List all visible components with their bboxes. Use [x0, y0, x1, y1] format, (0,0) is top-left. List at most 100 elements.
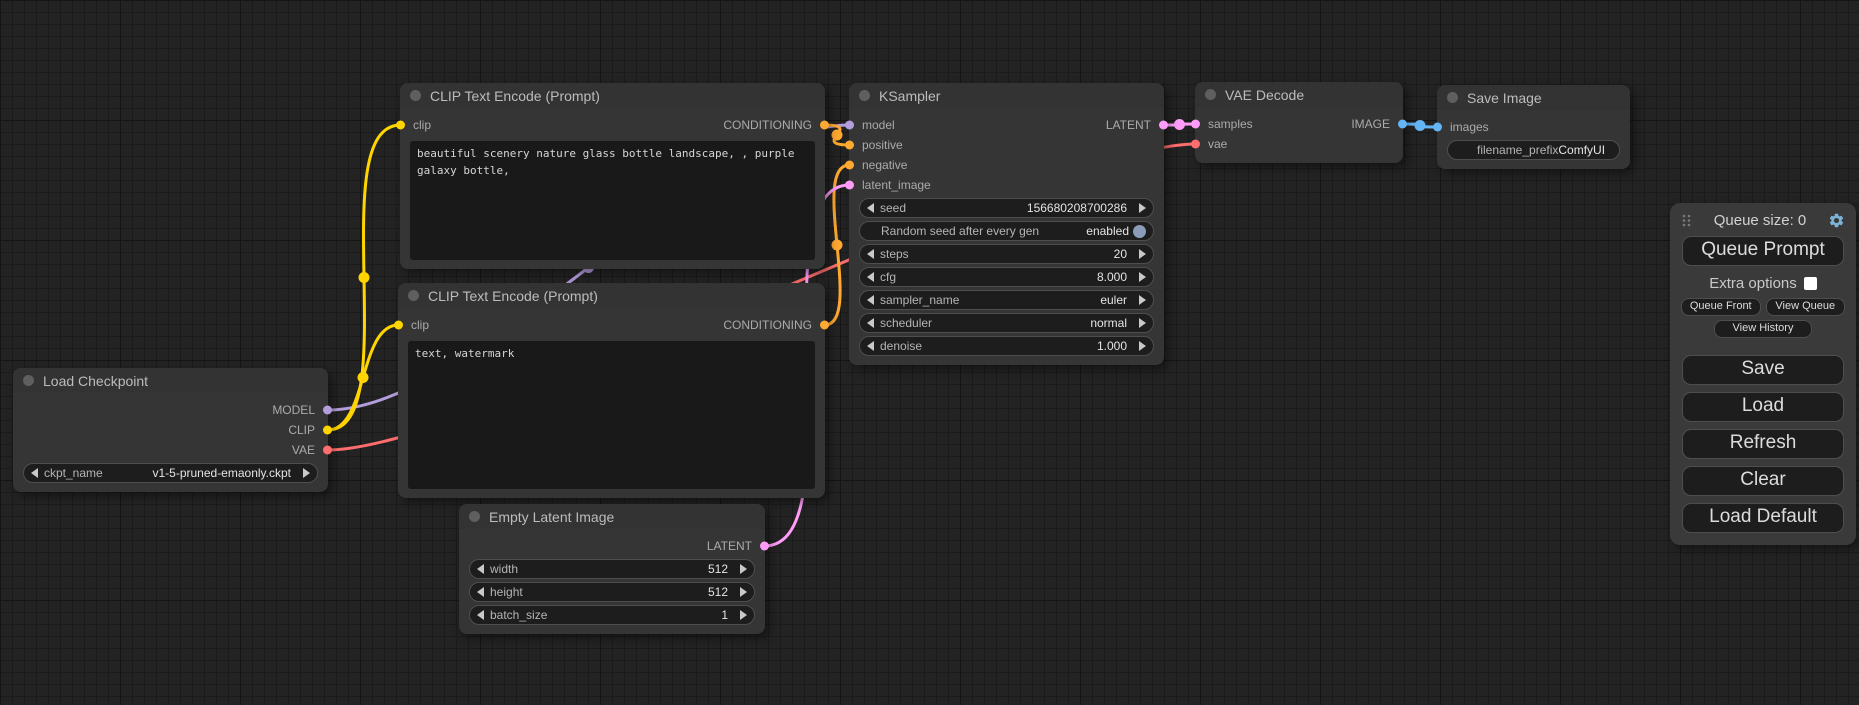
output-label-conditioning: CONDITIONING: [723, 318, 812, 332]
node-empty-latent-image[interactable]: Empty Latent Image LATENT width 512 heig…: [459, 504, 765, 634]
queue-prompt-button[interactable]: Queue Prompt: [1682, 236, 1844, 266]
input-port-negative[interactable]: [845, 161, 854, 170]
refresh-button[interactable]: Refresh: [1682, 429, 1844, 459]
decrement-arrow-icon[interactable]: [867, 295, 874, 305]
increment-arrow-icon[interactable]: [740, 564, 747, 574]
ckpt-name-widget[interactable]: ckpt_name v1-5-pruned-emaonly.ckpt: [23, 463, 318, 483]
random-seed-toggle-widget[interactable]: Random seed after every gen enabled: [859, 221, 1154, 241]
node-clip-text-encode-negative[interactable]: CLIP Text Encode (Prompt) clip CONDITION…: [398, 283, 825, 498]
output-port-conditioning[interactable]: [820, 321, 829, 330]
output-port-latent[interactable]: [760, 542, 769, 551]
collapse-dot-icon[interactable]: [410, 90, 421, 101]
filename-prefix-widget[interactable]: filename_prefix ComfyUI: [1447, 140, 1620, 160]
node-title-bar[interactable]: Load Checkpoint: [13, 368, 328, 393]
node-title: Empty Latent Image: [489, 509, 614, 525]
load-default-button[interactable]: Load Default: [1682, 503, 1844, 533]
node-save-image[interactable]: Save Image images filename_prefix ComfyU…: [1437, 85, 1630, 169]
increment-arrow-icon[interactable]: [303, 468, 310, 478]
increment-arrow-icon[interactable]: [1139, 272, 1146, 282]
decrement-arrow-icon[interactable]: [477, 564, 484, 574]
collapse-dot-icon[interactable]: [1447, 92, 1458, 103]
seed-widget[interactable]: seed 156680208700286: [859, 198, 1154, 218]
width-widget[interactable]: width 512: [469, 559, 755, 579]
input-port-positive[interactable]: [845, 141, 854, 150]
increment-arrow-icon[interactable]: [740, 587, 747, 597]
output-port-image[interactable]: [1398, 120, 1407, 129]
decrement-arrow-icon[interactable]: [477, 610, 484, 620]
queue-front-button[interactable]: Queue Front: [1681, 298, 1761, 316]
output-port-clip[interactable]: [323, 426, 332, 435]
increment-arrow-icon[interactable]: [1139, 249, 1146, 259]
save-button[interactable]: Save: [1682, 355, 1844, 385]
widget-label: height: [490, 585, 523, 599]
collapse-dot-icon[interactable]: [469, 511, 480, 522]
extra-options-checkbox[interactable]: [1804, 277, 1817, 290]
load-button[interactable]: Load: [1682, 392, 1844, 422]
widget-label: ckpt_name: [44, 466, 103, 480]
scheduler-widget[interactable]: scheduler normal: [859, 313, 1154, 333]
widget-label: batch_size: [490, 608, 547, 622]
input-port-samples[interactable]: [1191, 120, 1200, 129]
cfg-widget[interactable]: cfg 8.000: [859, 267, 1154, 287]
decrement-arrow-icon[interactable]: [31, 468, 38, 478]
increment-arrow-icon[interactable]: [1139, 295, 1146, 305]
batch-size-widget[interactable]: batch_size 1: [469, 605, 755, 625]
output-port-model[interactable]: [323, 406, 332, 415]
node-title: KSampler: [879, 88, 940, 104]
widget-label: denoise: [880, 339, 922, 353]
input-label-latent-image: latent_image: [862, 178, 931, 192]
widget-value: 20: [1114, 247, 1127, 261]
widget-label: filename_prefix: [1477, 143, 1558, 157]
sampler-name-widget[interactable]: sampler_name euler: [859, 290, 1154, 310]
input-port-vae[interactable]: [1191, 140, 1200, 149]
node-vae-decode[interactable]: VAE Decode samples IMAGE vae: [1195, 82, 1403, 163]
node-title-bar[interactable]: Empty Latent Image: [459, 504, 765, 529]
output-port-vae[interactable]: [323, 446, 332, 455]
collapse-dot-icon[interactable]: [408, 290, 419, 301]
node-clip-text-encode-positive[interactable]: CLIP Text Encode (Prompt) clip CONDITION…: [400, 83, 825, 269]
decrement-arrow-icon[interactable]: [867, 203, 874, 213]
node-title-bar[interactable]: CLIP Text Encode (Prompt): [398, 283, 825, 308]
decrement-arrow-icon[interactable]: [867, 341, 874, 351]
height-widget[interactable]: height 512: [469, 582, 755, 602]
increment-arrow-icon[interactable]: [740, 610, 747, 620]
increment-arrow-icon[interactable]: [1139, 341, 1146, 351]
node-load-checkpoint[interactable]: Load Checkpoint MODEL CLIP VAE ckpt_name…: [13, 368, 328, 492]
node-title-bar[interactable]: VAE Decode: [1195, 82, 1403, 107]
collapse-dot-icon[interactable]: [1205, 89, 1216, 100]
clear-button[interactable]: Clear: [1682, 466, 1844, 496]
widget-label: seed: [880, 201, 906, 215]
node-title-bar[interactable]: CLIP Text Encode (Prompt): [400, 83, 825, 108]
toggle-knob-icon[interactable]: [1133, 225, 1146, 238]
settings-gear-icon[interactable]: [1828, 212, 1845, 229]
view-queue-button[interactable]: View Queue: [1766, 298, 1846, 316]
input-port-clip[interactable]: [394, 321, 403, 330]
node-title: Save Image: [1467, 90, 1542, 106]
decrement-arrow-icon[interactable]: [867, 249, 874, 259]
collapse-dot-icon[interactable]: [23, 375, 34, 386]
input-port-clip[interactable]: [396, 121, 405, 130]
denoise-widget[interactable]: denoise 1.000: [859, 336, 1154, 356]
positive-prompt-textarea[interactable]: beautiful scenery nature glass bottle la…: [410, 141, 815, 260]
node-title: CLIP Text Encode (Prompt): [430, 88, 600, 104]
queue-size-label: Queue size: 0: [1692, 212, 1828, 229]
negative-prompt-textarea[interactable]: text, watermark: [408, 341, 815, 489]
decrement-arrow-icon[interactable]: [477, 587, 484, 597]
decrement-arrow-icon[interactable]: [867, 272, 874, 282]
steps-widget[interactable]: steps 20: [859, 244, 1154, 264]
node-ksampler[interactable]: KSampler model LATENT positive negative …: [849, 83, 1164, 365]
drag-handle-icon[interactable]: [1681, 213, 1692, 228]
increment-arrow-icon[interactable]: [1139, 203, 1146, 213]
decrement-arrow-icon[interactable]: [867, 318, 874, 328]
widget-value: v1-5-pruned-emaonly.ckpt: [152, 466, 291, 480]
node-title-bar[interactable]: Save Image: [1437, 85, 1630, 110]
input-port-latent-image[interactable]: [845, 181, 854, 190]
increment-arrow-icon[interactable]: [1139, 318, 1146, 328]
output-port-latent[interactable]: [1159, 121, 1168, 130]
output-port-conditioning[interactable]: [820, 121, 829, 130]
input-port-images[interactable]: [1433, 123, 1442, 132]
collapse-dot-icon[interactable]: [859, 90, 870, 101]
input-port-model[interactable]: [845, 121, 854, 130]
node-title-bar[interactable]: KSampler: [849, 83, 1164, 108]
view-history-button[interactable]: View History: [1714, 320, 1812, 338]
